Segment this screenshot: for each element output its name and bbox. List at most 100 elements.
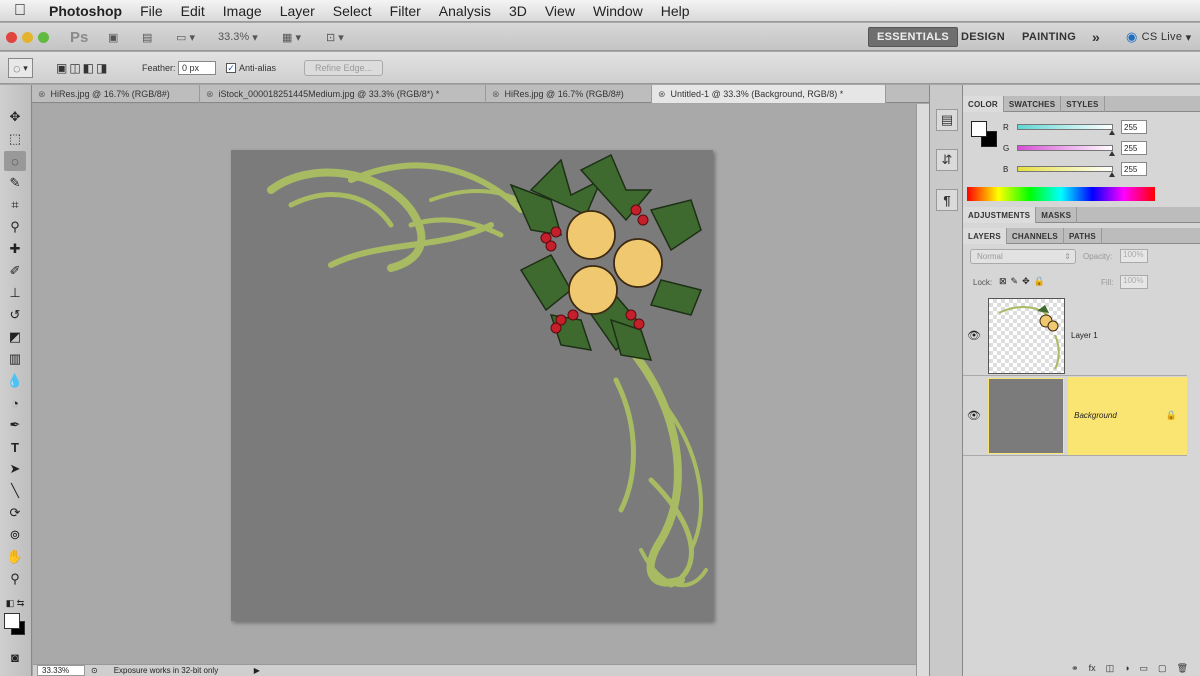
minimize-window-button[interactable] [22,32,33,43]
menu-layer[interactable]: Layer [271,3,324,19]
fill-input[interactable]: 100% [1120,275,1148,289]
add-mask-icon[interactable]: ◫ [1106,663,1115,674]
arrange-documents-icon[interactable]: ▦ ▾ [282,29,301,45]
doc-tab-hires-1[interactable]: ⊗ HiRes.jpg @ 16.7% (RGB/8#) [32,85,200,103]
actions-panel-icon[interactable]: ⇵ [936,149,958,171]
green-slider[interactable] [1017,145,1115,156]
doc-tab-untitled[interactable]: ⊗ Untitled-1 @ 33.3% (Background, RGB/8) … [652,85,886,103]
screen-mode-icon[interactable]: ⊡ ▾ [326,29,344,45]
menu-filter[interactable]: Filter [381,3,430,19]
refine-edge-button[interactable]: Refine Edge... [304,60,384,76]
menu-edit[interactable]: Edit [172,3,214,19]
antialias-checkbox[interactable]: ✓ Anti-alias [226,60,276,76]
menu-view[interactable]: View [536,3,584,19]
zoom-level-select[interactable]: 33.3% ▾ [218,29,258,45]
selection-mode-buttons[interactable]: ▣◫◧◨ [56,60,109,76]
layer-name[interactable]: Background [1074,411,1117,420]
clone-stamp-tool-icon[interactable]: ⊥ [4,283,26,303]
history-brush-tool-icon[interactable]: ↺ [4,305,26,325]
menu-window[interactable]: Window [584,3,652,19]
tab-color[interactable]: COLOR [963,96,1004,112]
link-layers-icon[interactable]: ⚭ [1071,663,1079,674]
visibility-eye-icon[interactable]: 👁 [963,409,985,422]
lock-options-icons[interactable]: ⊠✎✥🔒 [999,276,1049,287]
paragraph-panel-icon[interactable]: ¶ [936,189,958,211]
tab-swatches[interactable]: SWATCHES [1004,96,1062,112]
cs-live-button[interactable]: ◉ CS Live ▾ [1118,27,1199,47]
quick-selection-tool-icon[interactable]: ✎ [4,173,26,193]
tab-paths[interactable]: PATHS [1064,228,1102,244]
move-tool-icon[interactable]: ✥ [4,107,26,127]
status-zoom[interactable]: 33.33% [37,665,85,676]
foreground-color-swatch[interactable] [4,613,20,629]
line-tool-icon[interactable]: ╲ [4,481,26,501]
tab-layers[interactable]: LAYERS [963,228,1007,244]
blur-tool-icon[interactable]: 💧 [4,371,26,391]
hand-tool-icon[interactable]: ✋ [4,547,26,567]
status-info-icon[interactable]: ⊙ [91,666,98,675]
workspace-essentials[interactable]: ESSENTIALS [868,27,959,47]
tab-adjustments[interactable]: ADJUSTMENTS [963,207,1037,223]
crop-tool-icon[interactable]: ⌗ [4,195,26,215]
workspace-design[interactable]: DESIGN [953,27,1013,47]
layer-row-layer1[interactable]: 👁 Layer 1 [963,296,1187,376]
tab-channels[interactable]: CHANNELS [1007,228,1064,244]
trash-icon[interactable]: 🗑 [1177,663,1188,674]
menu-app-name[interactable]: Photoshop [40,3,131,19]
tab-masks[interactable]: MASKS [1036,207,1078,223]
blue-slider[interactable] [1017,166,1115,177]
view-extras-icon[interactable]: ▭ ▾ [176,29,195,45]
blue-value-input[interactable]: 255 [1121,162,1147,176]
apple-icon[interactable]:  [0,2,40,20]
3d-orbit-tool-icon[interactable]: ⊚ [4,525,26,545]
layer-row-background[interactable]: 👁 Background 🔒 [963,376,1187,456]
feather-input[interactable]: 0 px [178,61,216,75]
blend-mode-select[interactable]: Normal ⇕ [970,249,1076,264]
mini-bridge-icon[interactable]: ▤ [142,29,152,45]
path-selection-tool-icon[interactable]: ➤ [4,459,26,479]
opacity-input[interactable]: 100% [1120,249,1148,263]
green-value-input[interactable]: 255 [1121,141,1147,155]
visibility-eye-icon[interactable]: 👁 [963,329,985,342]
color-spectrum-ramp[interactable] [967,187,1155,201]
eyedropper-tool-icon[interactable]: ⚲ [4,217,26,237]
close-tab-icon[interactable]: ⊗ [206,89,214,100]
marquee-tool-icon[interactable]: ⬚ [4,129,26,149]
close-window-button[interactable] [6,32,17,43]
status-arrow-icon[interactable]: ▶ [254,666,260,675]
slider-thumb-icon[interactable] [1109,172,1115,177]
menu-analysis[interactable]: Analysis [430,3,500,19]
menu-file[interactable]: File [131,3,172,19]
brush-tool-icon[interactable]: ✐ [4,261,26,281]
new-group-icon[interactable]: ▭ [1140,663,1149,674]
layer-name[interactable]: Layer 1 [1071,331,1098,340]
menu-image[interactable]: Image [214,3,271,19]
document-canvas[interactable] [231,150,713,621]
pen-tool-icon[interactable]: ✒ [4,415,26,435]
slider-thumb-icon[interactable] [1109,151,1115,156]
more-workspaces-button[interactable]: » [1084,27,1108,47]
menu-3d[interactable]: 3D [500,3,536,19]
3d-rotate-tool-icon[interactable]: ⟳ [4,503,26,523]
zoom-tool-icon[interactable]: ⚲ [4,569,26,589]
red-slider[interactable] [1017,124,1115,135]
menu-help[interactable]: Help [652,3,699,19]
doc-tab-hires-2[interactable]: ⊗ HiRes.jpg @ 16.7% (RGB/8#) [486,85,652,103]
red-value-input[interactable]: 255 [1121,120,1147,134]
slider-thumb-icon[interactable] [1109,130,1115,135]
healing-brush-tool-icon[interactable]: ✚ [4,239,26,259]
dodge-tool-icon[interactable]: ◔ [4,393,26,413]
workspace-painting[interactable]: PAINTING [1014,27,1084,47]
history-panel-icon[interactable]: ▤ [936,109,958,131]
quick-mask-icon[interactable]: ◙ [4,647,26,667]
fx-icon[interactable]: fx [1089,663,1096,673]
close-tab-icon[interactable]: ⊗ [492,89,500,100]
adjustment-layer-icon[interactable]: ◑ [1124,663,1129,673]
new-layer-icon[interactable]: ▢ [1158,663,1167,674]
menu-select[interactable]: Select [324,3,381,19]
launch-bridge-icon[interactable]: ▣ [108,29,118,45]
tab-styles[interactable]: STYLES [1061,96,1105,112]
tool-preset-picker[interactable]: ◌ ▾ [8,58,33,78]
lasso-tool-icon[interactable]: ◌ [4,151,26,171]
default-colors-icon[interactable]: ◧ ⇆ [4,593,26,613]
